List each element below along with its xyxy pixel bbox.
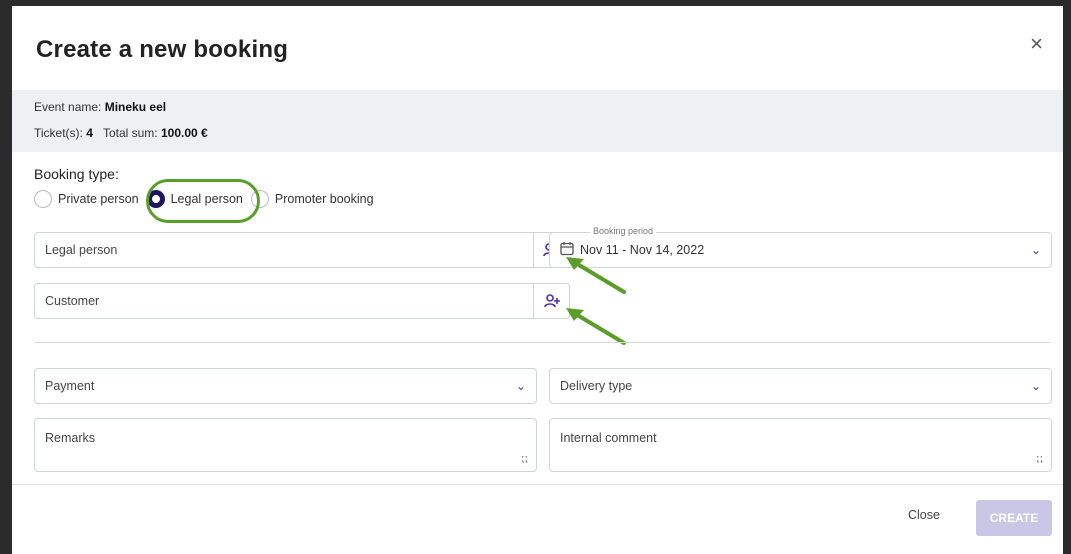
remarks-textarea[interactable]: Remarks ⁏⁏	[34, 418, 537, 472]
radio-promoter-booking[interactable]: Promoter booking	[250, 190, 374, 208]
legal-person-placeholder: Legal person	[45, 243, 118, 257]
create-button[interactable]: CREATE	[976, 500, 1052, 536]
radio-label: Private person	[58, 192, 139, 206]
backdrop-left	[0, 0, 12, 554]
internal-comment-textarea[interactable]: Internal comment ⁏⁏	[549, 418, 1052, 472]
internal-comment-placeholder: Internal comment	[560, 431, 657, 445]
payment-placeholder: Payment	[45, 379, 95, 393]
radio-private-person[interactable]: Private person	[34, 190, 139, 208]
event-info-band: Event name: Mineku eel Ticket(s): 4 Tota…	[12, 90, 1063, 152]
total-sum-value: 100.00 €	[160, 126, 208, 140]
customer-field[interactable]: Customer	[34, 283, 570, 319]
highlight-annotation	[146, 179, 260, 223]
total-sum-label: Total sum:	[102, 126, 158, 140]
chevron-down-icon[interactable]: ⌄	[1031, 379, 1041, 393]
delivery-type-select[interactable]: Delivery type ⌄	[549, 368, 1052, 404]
tickets-label: Ticket(s):	[34, 126, 83, 140]
remarks-placeholder: Remarks	[45, 431, 96, 445]
footer-divider	[12, 484, 1063, 485]
section-divider	[34, 342, 1051, 343]
event-name-line: Event name: Mineku eel	[34, 100, 166, 114]
legal-person-field[interactable]: Legal person	[34, 232, 570, 268]
modal-title: Create a new booking	[36, 36, 289, 63]
tickets-value: 4	[86, 126, 93, 140]
booking-period-label: Booking period	[590, 226, 657, 236]
backdrop-right	[1063, 0, 1071, 554]
radio-circle[interactable]	[34, 190, 52, 208]
customer-placeholder: Customer	[45, 294, 100, 308]
resize-handle-icon[interactable]: ⁏⁏	[1036, 452, 1043, 465]
event-name-value: Mineku eel	[104, 100, 167, 114]
delivery-type-placeholder: Delivery type	[560, 379, 633, 393]
close-icon[interactable]: ×	[1030, 33, 1043, 55]
add-user-icon	[543, 294, 560, 308]
chevron-down-icon[interactable]: ⌄	[1031, 243, 1041, 257]
resize-handle-icon[interactable]: ⁏⁏	[521, 452, 528, 465]
booking-period-end: - Nov 14, 2022	[622, 243, 705, 257]
annotation-arrow	[566, 257, 626, 294]
create-booking-modal: Create a new booking × Event name: Minek…	[12, 6, 1063, 554]
ticket-sum-line: Ticket(s): 4 Total sum: 100.00 €	[34, 126, 208, 140]
payment-select[interactable]: Payment ⌄	[34, 368, 537, 404]
event-name-label: Event name:	[34, 100, 102, 114]
booking-type-label: Booking type:	[34, 166, 119, 182]
close-button[interactable]: Close	[908, 508, 940, 522]
chevron-down-icon[interactable]: ⌄	[516, 379, 526, 393]
radio-label: Promoter booking	[274, 192, 374, 206]
